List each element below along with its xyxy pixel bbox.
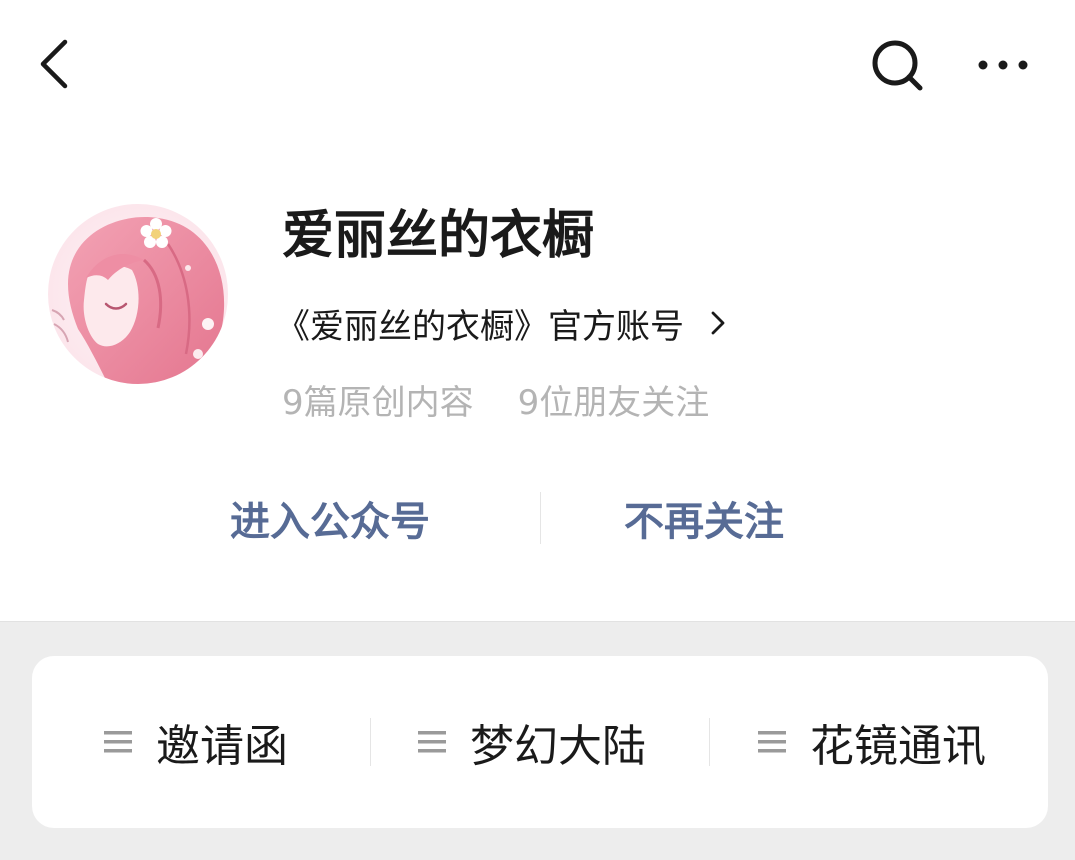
back-button[interactable] [30,36,78,92]
menu-item-label: 梦幻大陆 [470,721,646,772]
menu-item-mirror-newsletter[interactable]: 花镜通讯 [758,656,986,828]
menu-item-dream-continent[interactable]: 梦幻大陆 [418,656,646,828]
menu-item-label: 花镜通讯 [810,721,986,772]
enter-account-button[interactable]: 进入公众号 [230,488,430,548]
more-horizontal-icon [978,60,1028,70]
account-menu-bar: 邀请函 梦幻大陆 花镜通讯 [32,656,1048,828]
search-icon [872,40,923,91]
avatar[interactable] [48,204,228,384]
menu-item-label: 邀请函 [156,721,288,772]
chevron-right-icon [710,310,726,336]
original-content-count: 9篇原创内容 [282,382,474,423]
account-description-link[interactable]: 《爱丽丝的衣橱》官方账号 [276,298,726,348]
pink-haired-girl-avatar [48,204,228,384]
menu-lines-icon [418,730,446,754]
menu-lines-icon [758,730,786,754]
official-account-profile-page: 爱丽丝的衣橱 《爱丽丝的衣橱》官方账号 9篇原创内容 9位朋友关注 进入公众号 … [0,0,1075,860]
menu-item-invitation[interactable]: 邀请函 [104,656,288,828]
search-button[interactable] [866,34,928,96]
friends-following-count: 9位朋友关注 [517,382,710,423]
action-divider [540,492,541,544]
profile-header-section: 爱丽丝的衣橱 《爱丽丝的衣橱》官方账号 9篇原创内容 9位朋友关注 进入公众号 … [0,0,1075,622]
menu-divider [370,718,371,766]
menu-lines-icon [104,730,132,754]
menu-divider [709,718,710,766]
chevron-left-icon [40,39,68,89]
account-name: 爱丽丝的衣橱 [282,206,595,266]
account-description-text: 《爱丽丝的衣橱》官方账号 [276,306,684,347]
section-divider [0,621,1075,622]
unfollow-button[interactable]: 不再关注 [624,488,784,548]
account-stats: 9篇原创内容 9位朋友关注 [282,374,709,424]
more-options-button[interactable] [972,40,1034,90]
